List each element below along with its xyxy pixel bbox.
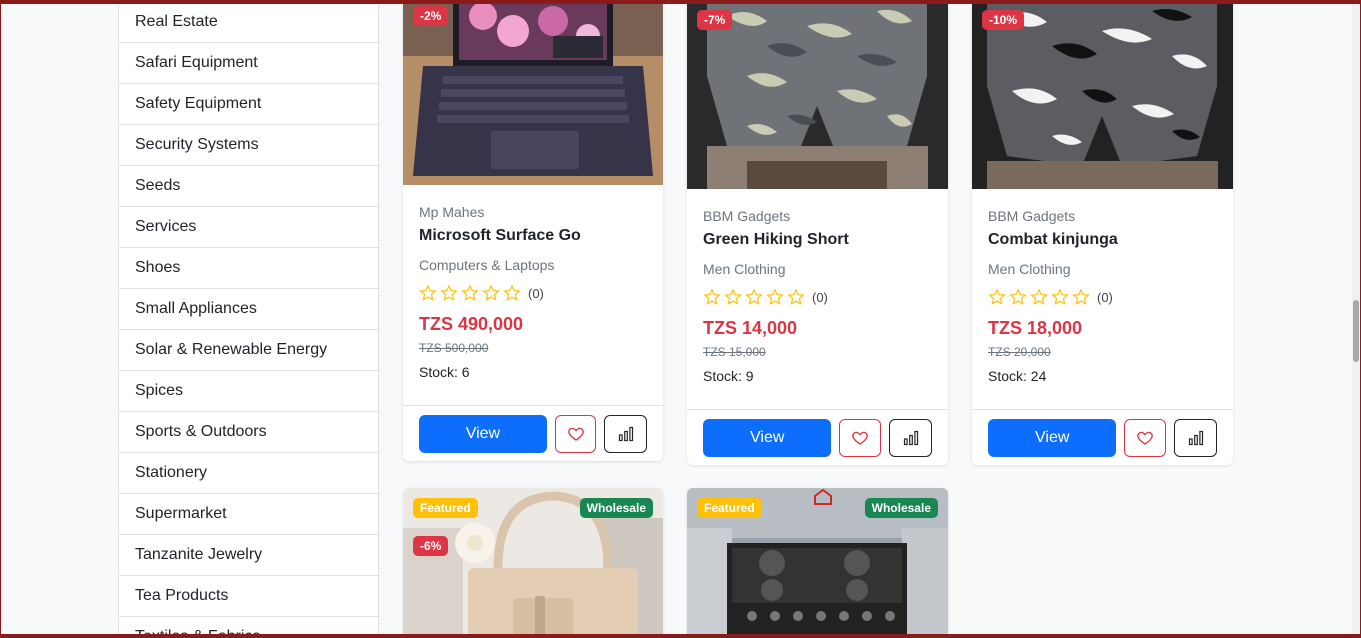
sidebar-item-real-estate[interactable]: Real Estate <box>119 0 378 43</box>
product-category[interactable]: Computers & Laptops <box>419 257 647 273</box>
product-image[interactable]: -10% <box>972 0 1233 189</box>
sidebar-item-small-appliances[interactable]: Small Appliances <box>119 289 378 330</box>
card-actions: View <box>972 409 1233 465</box>
original-price: TZS 20,000 <box>988 345 1051 359</box>
product-category[interactable]: Men Clothing <box>703 261 932 277</box>
sidebar-item-sports-outdoors[interactable]: Sports & Outdoors <box>119 412 378 453</box>
page-scrollbar[interactable] <box>1352 4 1360 634</box>
product-card: -2% Mp Mahes Microsoft Surface Go Comput… <box>403 0 663 461</box>
heart-icon <box>1137 431 1154 445</box>
star-outline-icon <box>988 288 1006 305</box>
wishlist-button[interactable] <box>554 414 597 453</box>
star-outline-icon <box>703 288 721 305</box>
product-name[interactable]: Green Hiking Short <box>703 231 932 249</box>
scrollbar-thumb[interactable] <box>1353 300 1359 362</box>
discount-badge: -10% <box>982 10 1025 30</box>
product-image[interactable]: Featured Wholesale -6% <box>403 488 663 638</box>
product-card: -7% BBM Gadgets Green Hiking Short Men C… <box>687 0 948 465</box>
product-image[interactable]: -2% <box>403 0 663 185</box>
view-button[interactable]: View <box>419 414 547 453</box>
star-outline-icon <box>1030 288 1048 305</box>
product-name[interactable]: Microsoft Surface Go <box>419 227 647 245</box>
featured-badge: Featured <box>697 498 762 518</box>
sidebar-item-tanzanite-jewelry[interactable]: Tanzanite Jewelry <box>119 535 378 576</box>
heart-icon <box>852 431 869 445</box>
product-card: -10% BBM Gadgets Combat kinjunga Men Clo… <box>972 0 1233 465</box>
view-button[interactable]: View <box>703 418 832 457</box>
product-name[interactable]: Combat kinjunga <box>988 231 1217 249</box>
star-outline-icon <box>766 288 784 305</box>
stock-count: Stock: 9 <box>703 368 754 384</box>
card-actions: View <box>403 405 663 461</box>
wishlist-button[interactable] <box>1124 418 1167 457</box>
seller-name[interactable]: BBM Gadgets <box>988 208 1217 224</box>
sidebar-item-safety-equipment[interactable]: Safety Equipment <box>119 84 378 125</box>
product-card: Featured Wholesale <box>687 488 948 638</box>
category-sidebar: Real Estate Safari Equipment Safety Equi… <box>118 0 379 638</box>
rating-stars: (0) <box>419 284 647 302</box>
compare-button[interactable] <box>1174 418 1218 457</box>
card-actions: View <box>687 409 948 465</box>
sidebar-item-stationery[interactable]: Stationery <box>119 453 378 494</box>
star-outline-icon <box>787 288 805 305</box>
star-outline-icon <box>461 284 479 301</box>
original-price: TZS 15,000 <box>703 345 766 359</box>
wishlist-button[interactable] <box>839 418 882 457</box>
product-image[interactable]: -7% <box>687 0 948 189</box>
sidebar-item-solar-renewable-energy[interactable]: Solar & Renewable Energy <box>119 330 378 371</box>
star-outline-icon <box>440 284 458 301</box>
star-outline-icon <box>1051 288 1069 305</box>
star-outline-icon <box>482 284 500 301</box>
featured-badge: Featured <box>413 498 478 518</box>
stock-count: Stock: 24 <box>988 368 1047 384</box>
sidebar-item-security-systems[interactable]: Security Systems <box>119 125 378 166</box>
seller-name[interactable]: BBM Gadgets <box>703 208 932 224</box>
wholesale-badge: Wholesale <box>864 498 938 518</box>
wholesale-badge: Wholesale <box>579 498 653 518</box>
stock-count: Stock: 6 <box>419 364 470 380</box>
bar-chart-icon <box>903 430 918 445</box>
discount-badge: -6% <box>413 536 449 556</box>
rating-stars: (0) <box>988 288 1217 306</box>
window-frame-bottom <box>0 634 1361 638</box>
seller-name[interactable]: Mp Mahes <box>419 204 647 220</box>
sidebar-item-services[interactable]: Services <box>119 207 378 248</box>
view-button[interactable]: View <box>988 418 1117 457</box>
star-outline-icon <box>1009 288 1027 305</box>
star-outline-icon <box>1072 288 1090 305</box>
rating-count: (0) <box>812 289 828 305</box>
star-outline-icon <box>503 284 521 301</box>
product-image[interactable]: Featured Wholesale <box>687 488 948 638</box>
star-outline-icon <box>419 284 437 301</box>
original-price: TZS 500,000 <box>419 341 489 355</box>
star-outline-icon <box>745 288 763 305</box>
product-category[interactable]: Men Clothing <box>988 261 1217 277</box>
compare-button[interactable] <box>889 418 933 457</box>
rating-count: (0) <box>528 285 544 301</box>
sidebar-item-tea-products[interactable]: Tea Products <box>119 576 378 617</box>
sidebar-item-seeds[interactable]: Seeds <box>119 166 378 207</box>
compare-button[interactable] <box>604 414 647 453</box>
product-card: Featured Wholesale -6% <box>403 488 663 638</box>
discount-badge: -7% <box>697 10 733 30</box>
sidebar-item-safari-equipment[interactable]: Safari Equipment <box>119 43 378 84</box>
sidebar-item-shoes[interactable]: Shoes <box>119 248 378 289</box>
heart-icon <box>567 427 584 441</box>
rating-stars: (0) <box>703 288 932 306</box>
laptop-image <box>403 0 663 185</box>
discount-badge: -2% <box>413 6 449 26</box>
sidebar-item-supermarket[interactable]: Supermarket <box>119 494 378 535</box>
product-price: TZS 14,000 <box>703 318 798 338</box>
sidebar-item-spices[interactable]: Spices <box>119 371 378 412</box>
star-outline-icon <box>724 288 742 305</box>
bar-chart-icon <box>1188 430 1203 445</box>
bar-chart-icon <box>618 426 633 441</box>
product-price: TZS 18,000 <box>988 318 1083 338</box>
rating-count: (0) <box>1097 289 1113 305</box>
product-price: TZS 490,000 <box>419 314 524 334</box>
